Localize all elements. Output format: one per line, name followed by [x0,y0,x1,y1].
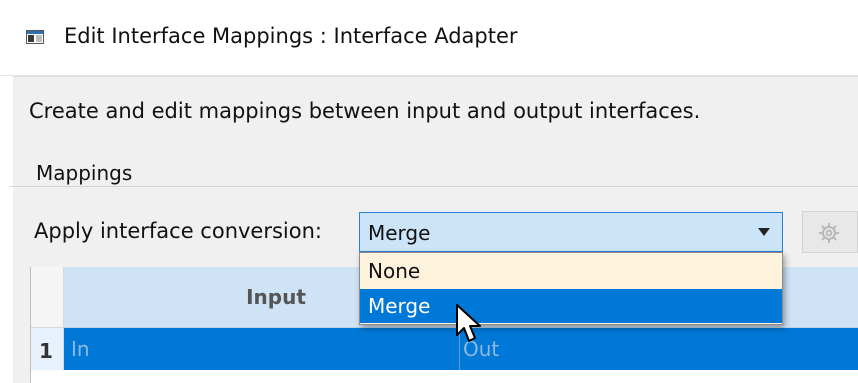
option-none[interactable]: None [360,254,782,288]
cell-input[interactable]: In [71,337,90,361]
description-panel: Create and edit mappings between input a… [13,76,858,154]
window-title: Edit Interface Mappings : Interface Adap… [64,24,518,48]
cell-output[interactable]: Out [463,337,499,361]
app-window-icon [26,30,44,44]
table-row[interactable] [64,328,858,370]
conversion-settings-button[interactable] [802,211,858,253]
description-text: Create and edit mappings between input a… [29,99,701,123]
gear-icon [819,223,839,243]
title-bar: Edit Interface Mappings : Interface Adap… [0,0,858,76]
chevron-down-icon [758,228,770,236]
conversion-dropdown-value: Merge [368,221,431,245]
option-merge[interactable]: Merge [360,289,782,323]
group-divider [10,186,858,187]
conversion-dropdown[interactable]: Merge [359,212,783,252]
conversion-options-list: None Merge [359,252,783,325]
apply-conversion-label: Apply interface conversion: [34,219,322,243]
row-number: 1 [39,339,53,363]
cell-divider [459,328,460,370]
mappings-group-title: Mappings [32,161,137,185]
table-corner [31,267,64,328]
